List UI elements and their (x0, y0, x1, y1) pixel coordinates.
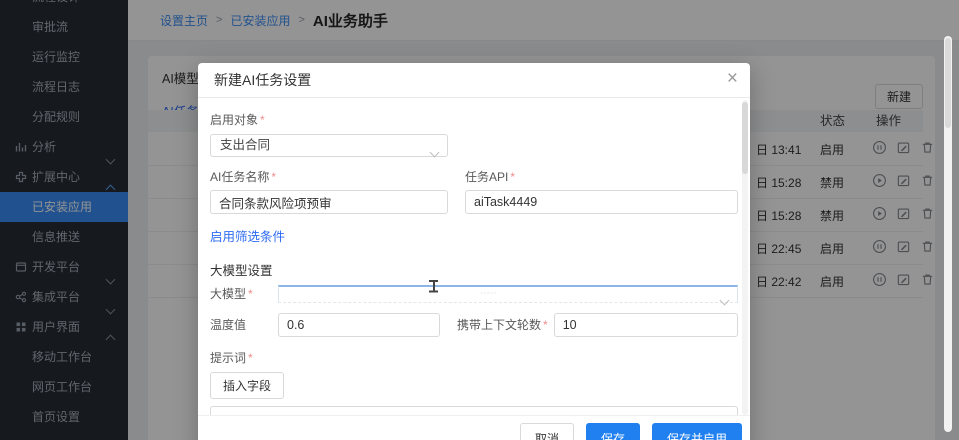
task-api-label: 任务API (465, 170, 508, 184)
model-section-title: 大模型设置 (210, 260, 738, 279)
context-rounds-input[interactable] (554, 313, 738, 337)
required-mark: * (248, 351, 253, 365)
required-mark: * (510, 170, 515, 184)
model-select-faint-text: ····· (481, 290, 498, 297)
insert-field-button[interactable]: 插入字段 (210, 372, 284, 399)
new-ai-task-dialog: 新建AI任务设置 × 启用对象* 支出合同 AI任务名称* 任务API* (198, 63, 750, 440)
context-rounds-label: 携带上下文轮数 (457, 318, 541, 332)
page-scrollbar[interactable] (944, 36, 952, 432)
dialog-header: 新建AI任务设置 × (198, 63, 750, 98)
dialog-title: 新建AI任务设置 (214, 72, 311, 88)
enable-target-select[interactable]: 支出合同 (210, 134, 448, 157)
required-mark: * (543, 318, 548, 332)
model-select[interactable]: ····· (278, 285, 738, 303)
task-name-label: AI任务名称 (210, 170, 269, 184)
enable-target-label: 启用对象 (210, 113, 258, 127)
cancel-button[interactable]: 取消 (520, 423, 574, 440)
required-mark: * (271, 170, 276, 184)
enable-filter-link[interactable]: 启用筛选条件 (210, 226, 285, 245)
app-window: 流程设计 审批流 运行监控 流程日志 分配规则 分析 扩展中心 已安装应用 信息… (0, 0, 959, 440)
text-cursor (428, 280, 439, 293)
save-and-enable-button[interactable]: 保存并启用 (652, 423, 742, 440)
close-icon[interactable]: × (727, 63, 738, 95)
prompt-label: 提示词 (210, 351, 246, 365)
model-label: 大模型 (210, 287, 246, 301)
task-name-input[interactable] (210, 190, 448, 214)
chevron-down-icon (721, 291, 728, 309)
dialog-scrollbar[interactable] (742, 100, 748, 415)
save-button[interactable]: 保存 (586, 423, 640, 440)
dialog-scrollbar-thumb[interactable] (742, 102, 748, 174)
temperature-input[interactable] (278, 313, 440, 337)
dialog-body: 启用对象* 支出合同 AI任务名称* 任务API* 启用筛选条件 (198, 98, 750, 440)
required-mark: * (248, 287, 253, 301)
task-api-input[interactable] (465, 190, 738, 214)
required-mark: * (260, 113, 265, 127)
temperature-label: 温度值 (210, 318, 246, 332)
dialog-footer: 取消 保存 保存并启用 (198, 415, 750, 440)
enable-target-value: 支出合同 (220, 138, 270, 152)
page-scrollbar-thumb[interactable] (945, 38, 951, 128)
chevron-down-icon (431, 142, 438, 163)
